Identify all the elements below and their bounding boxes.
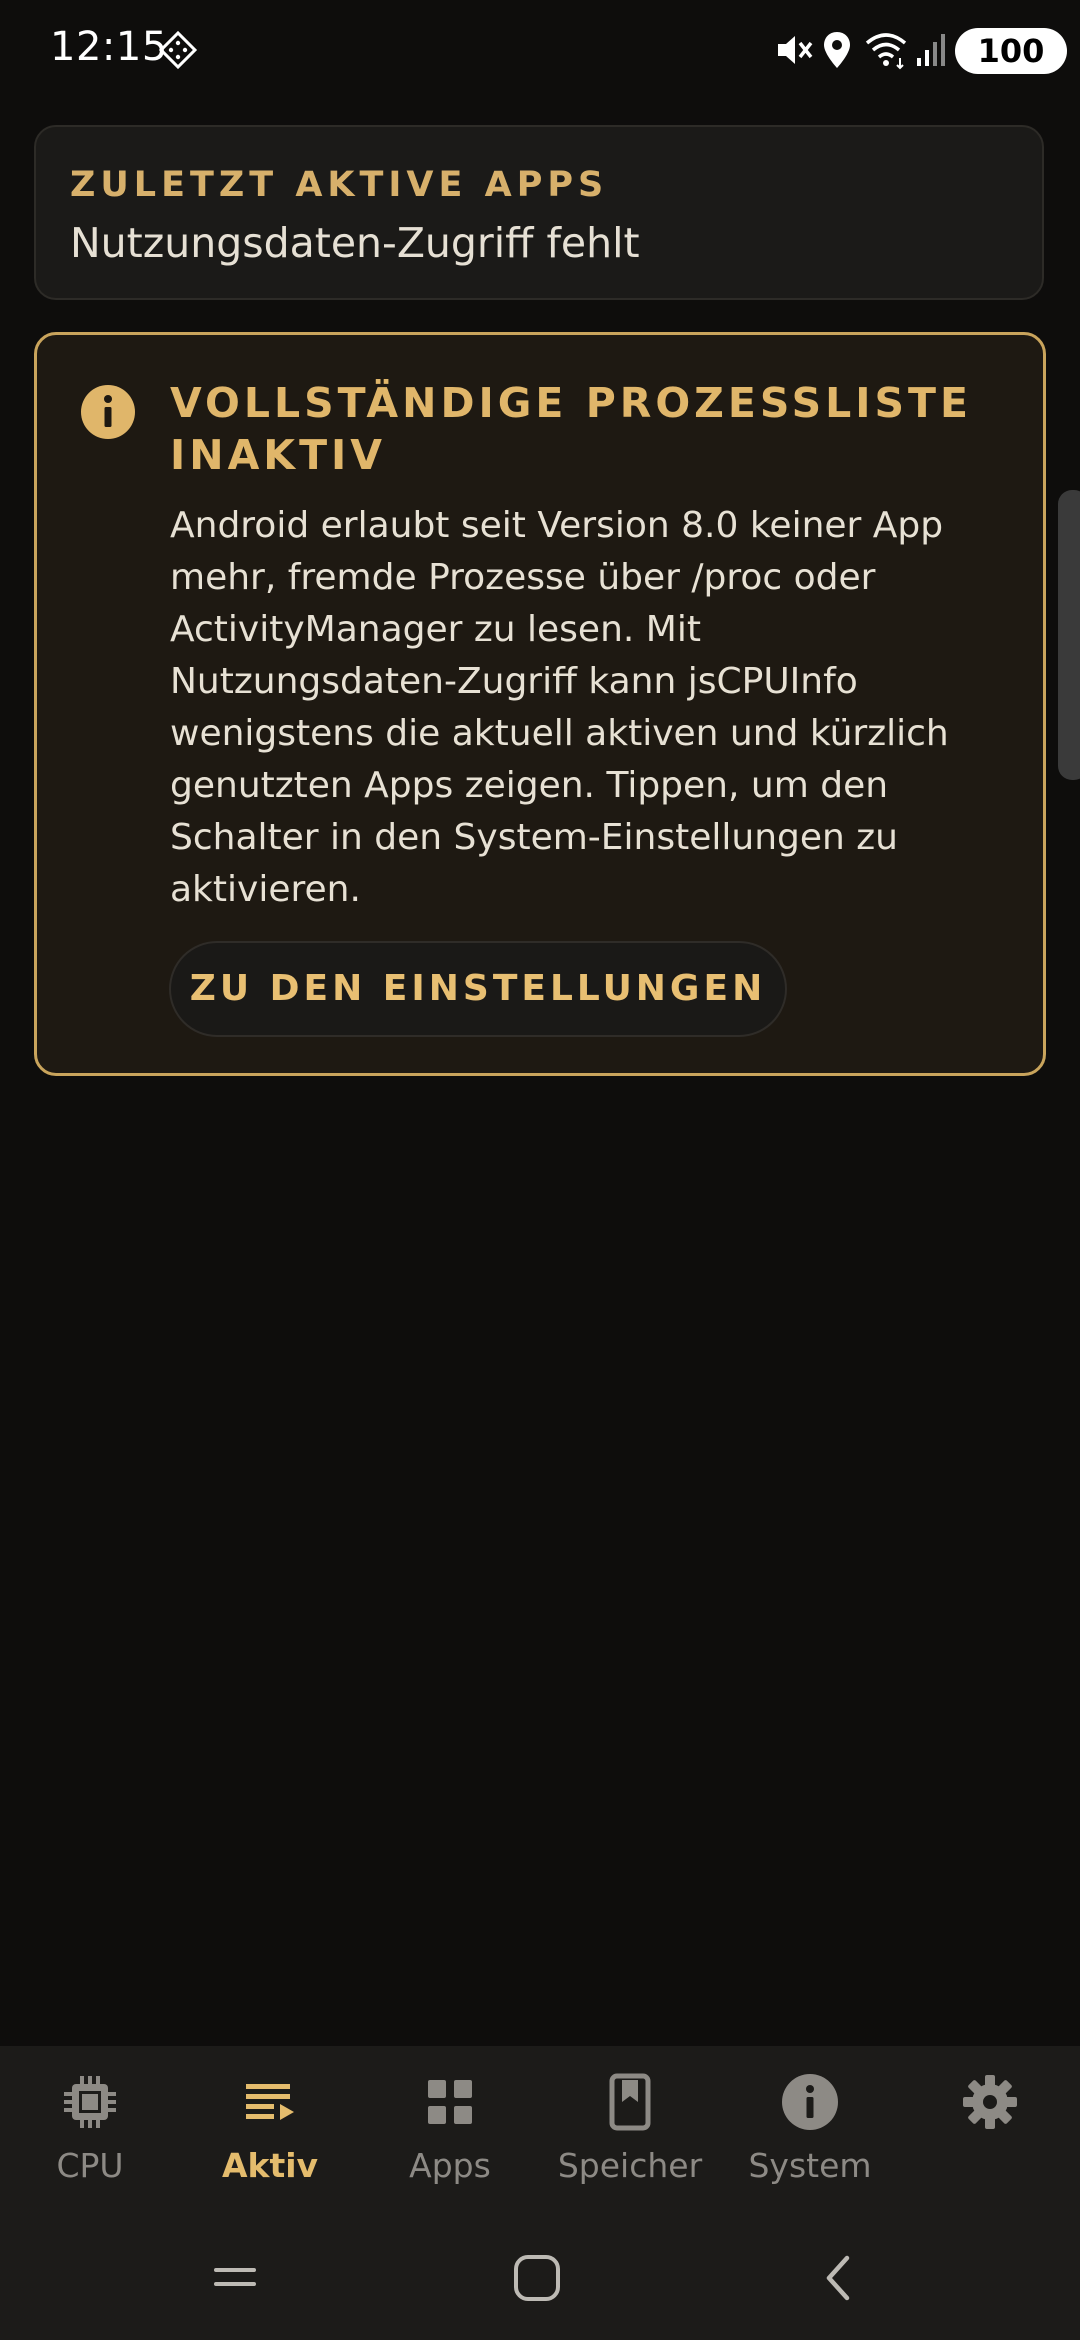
nav-item-system[interactable]: System	[720, 2046, 900, 2216]
info-card-body: Android erlaubt seit Version 8.0 keiner …	[170, 505, 949, 910]
back-icon[interactable]	[805, 2246, 875, 2310]
signal-icon	[917, 34, 945, 66]
gear-icon	[963, 2075, 1017, 2129]
nav-label-cpu: CPU	[56, 2146, 124, 2185]
nav-item-apps[interactable]: Apps	[360, 2046, 540, 2216]
recent-apps-title: ZULETZT AKTIVE APPS	[70, 165, 609, 205]
list-play-icon	[246, 2084, 294, 2120]
wifi-icon	[865, 33, 907, 70]
nav-item-settings[interactable]	[900, 2046, 1080, 2216]
nav-item-cpu[interactable]: CPU	[0, 2046, 180, 2216]
nav-label-apps: Apps	[409, 2146, 491, 2185]
grid-icon	[428, 2080, 472, 2124]
nav-label-speicher: Speicher	[557, 2146, 703, 2185]
location-icon	[824, 32, 850, 68]
recent-apps-card[interactable]: ZULETZT AKTIVE APPS Nutzungsdaten-Zugrif…	[34, 125, 1044, 300]
info-card-title: VOLLSTÄNDIGE PROZESSLISTE INAKTIV	[170, 379, 973, 479]
recents-icon[interactable]	[200, 2246, 270, 2310]
process-list-info-card[interactable]: VOLLSTÄNDIGE PROZESSLISTE INAKTIV Androi…	[34, 332, 1046, 1076]
system-navigation-bar	[0, 2216, 1080, 2340]
bottom-navigation: CPU Aktiv Apps Speicher System	[0, 2046, 1080, 2216]
scrollbar-thumb[interactable]	[1058, 490, 1080, 780]
mute-icon	[778, 36, 813, 64]
recent-apps-status: Nutzungsdaten-Zugriff fehlt	[70, 219, 640, 267]
app-notification-icon	[158, 30, 198, 70]
home-icon[interactable]	[502, 2246, 572, 2310]
info-icon	[81, 385, 135, 439]
status-bar: 12:15 100	[0, 0, 1080, 100]
chip-icon	[64, 2076, 116, 2128]
storage-icon	[609, 2073, 651, 2131]
info-icon	[782, 2074, 838, 2130]
nav-item-speicher[interactable]: Speicher	[540, 2046, 720, 2216]
nav-item-aktiv[interactable]: Aktiv	[180, 2046, 360, 2216]
battery-indicator: 100	[955, 28, 1067, 74]
nav-label-system: System	[748, 2146, 872, 2185]
open-settings-button[interactable]: ZU DEN EINSTELLUNGEN	[169, 941, 787, 1037]
nav-label-aktiv: Aktiv	[221, 2146, 319, 2185]
status-time: 12:15	[50, 24, 168, 70]
